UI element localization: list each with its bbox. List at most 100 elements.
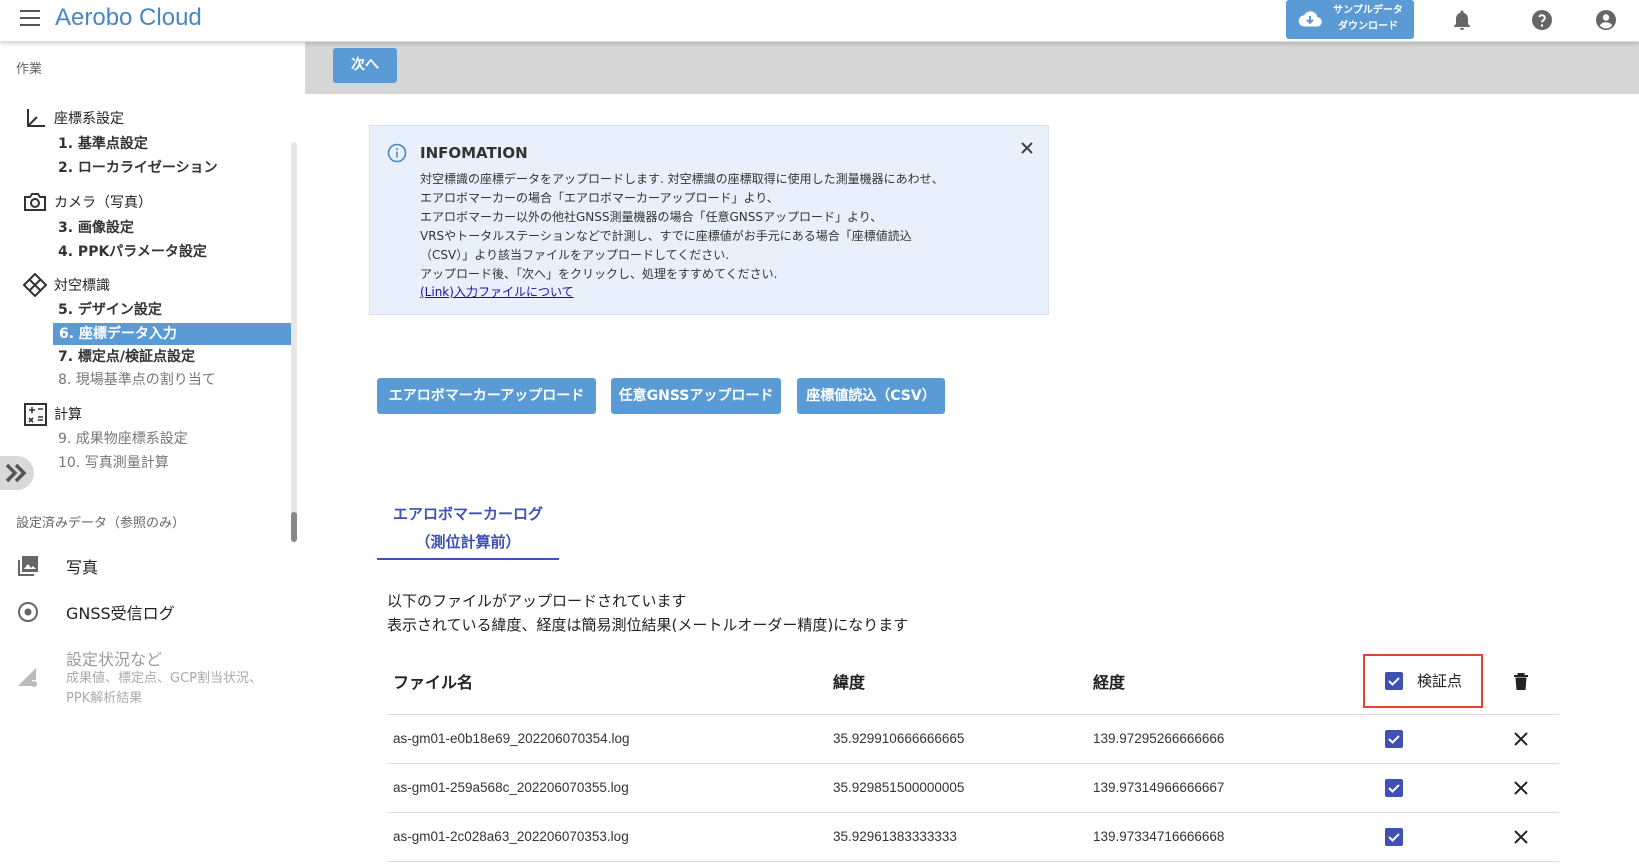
information-title: INFOMATION — [420, 144, 528, 162]
file-name-cell: as-gm01-2c028a63_202206070353.log — [387, 812, 833, 862]
information-line: アップロード後、「次へ」をクリックし、処理をすすめてください. — [420, 267, 778, 281]
account-circle-icon[interactable] — [1594, 8, 1618, 32]
longitude-cell: 139.97334716666668 — [1093, 812, 1363, 862]
sidebar-step-6[interactable]: 6. 座標データ入力 — [53, 323, 291, 345]
notification-bell-icon[interactable] — [1450, 8, 1474, 32]
coordinate-axes-icon — [27, 109, 45, 127]
top-bar: Aerobo Cloud サンプルデータ ダウンロード — [0, 0, 1639, 42]
sidebar-step-8[interactable]: 8. 現場基準点の割り当て — [58, 369, 216, 391]
sidebar-group-calculation: 計算 — [22, 402, 82, 426]
column-header-check-point: 検証点 — [1363, 648, 1513, 715]
latitude-cell: 35.929851500000005 — [833, 763, 1093, 813]
tab-aerobo-marker-log[interactable]: エアロボマーカーログ （測位計算前） — [377, 500, 559, 560]
table-row: as-gm01-e0b18e69_202206070354.log 35.929… — [387, 714, 1559, 764]
settings-signal-icon — [18, 668, 37, 687]
check-point-checkbox[interactable] — [1385, 827, 1403, 846]
sidebar: 作業 座標系設定 1. 基準点設定 2. ローカライゼーション カメラ（写真） … — [0, 42, 305, 866]
check-point-header-label: 検証点 — [1417, 672, 1463, 691]
table-row: as-gm01-259a568c_202206070355.log 35.929… — [387, 763, 1559, 813]
longitude-cell: 139.97314966666667 — [1093, 763, 1363, 813]
sidebar-step-10[interactable]: 10. 写真測量計算 — [58, 452, 169, 474]
calculator-icon — [24, 403, 47, 426]
csv-coordinate-load-button[interactable]: 座標値読込（CSV） — [797, 378, 945, 414]
ref-item-photos[interactable]: 写真 — [16, 554, 98, 578]
check-all-highlight: 検証点 — [1363, 653, 1483, 708]
ref-item-status-sub-2: PPK解析結果 — [66, 691, 143, 706]
latitude-cell: 35.929910666666665 — [833, 714, 1093, 764]
information-line: （CSV）」より該当ファイルをアップロードしてください. — [420, 248, 730, 262]
check-point-checkbox[interactable] — [1385, 778, 1403, 797]
sidebar-step-3[interactable]: 3. 画像設定 — [58, 217, 134, 239]
action-toolbar: 次へ — [305, 42, 1639, 94]
remove-row-icon[interactable] — [1513, 780, 1529, 796]
photo-library-icon — [18, 556, 38, 576]
file-name-cell: as-gm01-e0b18e69_202206070354.log — [387, 714, 833, 764]
camera-icon — [24, 193, 46, 211]
upload-description: 以下のファイルがアップロードされています 表示されている緯度、経度は簡易測位結果… — [387, 589, 908, 637]
sample-download-label-1: サンプルデータ — [1333, 5, 1403, 16]
ref-item-status-sub-1: 成果値、標定点、GCP割当状況、 — [66, 671, 262, 686]
information-body: 対空標識の座標データをアップロードします. 対空標識の座標取得に使用した測量機器… — [420, 170, 1020, 284]
check-point-cell — [1363, 812, 1513, 862]
collapse-sidebar-button[interactable] — [0, 456, 34, 490]
sample-download-label-2: ダウンロード — [1338, 21, 1398, 32]
description-line-1: 以下のファイルがアップロードされています — [387, 592, 687, 610]
sidebar-step-4[interactable]: 4. PPKパラメータ設定 — [58, 241, 207, 263]
app-title: Aerobo Cloud — [55, 4, 202, 31]
aerobo-marker-upload-button[interactable]: エアロボマーカーアップロード — [377, 378, 596, 414]
ref-item-label: 設定状況など — [66, 650, 163, 669]
trash-icon[interactable] — [1513, 672, 1529, 691]
help-icon[interactable] — [1530, 8, 1554, 32]
sidebar-group-label: 座標系設定 — [54, 111, 124, 127]
sidebar-step-7[interactable]: 7. 標定点/検証点設定 — [58, 346, 195, 368]
latitude-cell: 35.92961383333333 — [833, 812, 1093, 862]
ref-item-gnss-log[interactable]: GNSS受信ログ — [16, 600, 175, 624]
column-header-file-name: ファイル名 — [387, 648, 833, 715]
input-file-help-link[interactable]: (Link)入力ファイルについて — [420, 283, 574, 300]
column-header-longitude: 経度 — [1093, 648, 1363, 715]
sidebar-step-9[interactable]: 9. 成果物座標系設定 — [58, 428, 188, 450]
information-line: 対空標識の座標データをアップロードします. 対空標識の座標取得に使用した測量機器… — [420, 172, 944, 186]
double-chevron-right-icon — [5, 463, 27, 483]
main-content: 次へ INFOMATION 対空標識の座標データをアップロードします. 対空標識… — [305, 42, 1639, 866]
file-name-cell: as-gm01-259a568c_202206070355.log — [387, 763, 833, 813]
information-line: VRSやトータルステーションなどで計測し、すでに座標値がお手元にある場合「座標値… — [420, 229, 912, 243]
information-panel: INFOMATION 対空標識の座標データをアップロードします. 対空標識の座標… — [369, 125, 1049, 315]
sidebar-group-camera: カメラ（写真） — [22, 190, 152, 214]
sidebar-group-label: カメラ（写真） — [54, 195, 152, 211]
check-point-cell — [1363, 714, 1513, 764]
sidebar-section-label: 作業 — [16, 62, 43, 77]
any-gnss-upload-button[interactable]: 任意GNSSアップロード — [611, 378, 781, 414]
sidebar-step-1[interactable]: 1. 基準点設定 — [58, 133, 148, 155]
description-line-2: 表示されている緯度、経度は簡易測位結果(メートルオーダー精度)になります — [387, 616, 909, 634]
table-header-row: ファイル名 緯度 経度 検証点 — [387, 648, 1559, 715]
sidebar-step-2[interactable]: 2. ローカライゼーション — [58, 157, 218, 179]
sidebar-scrollbar[interactable] — [291, 142, 297, 542]
radio-target-icon — [18, 602, 38, 622]
app-root: Aerobo Cloud サンプルデータ ダウンロード 作業 座標系設定 1. … — [0, 0, 1639, 866]
info-icon — [387, 143, 407, 163]
ref-item-label: 写真 — [66, 558, 99, 577]
remove-row-icon[interactable] — [1513, 731, 1529, 747]
close-icon[interactable] — [1018, 139, 1036, 157]
delete-cell — [1513, 763, 1559, 813]
sidebar-group-label: 計算 — [54, 407, 82, 423]
sidebar-step-5[interactable]: 5. デザイン設定 — [58, 299, 162, 321]
sample-data-download-button[interactable]: サンプルデータ ダウンロード — [1286, 0, 1414, 39]
sidebar-group-marker: 対空標識 — [22, 273, 110, 297]
scrollbar-thumb[interactable] — [291, 512, 297, 542]
column-header-delete — [1513, 648, 1559, 715]
hamburger-menu-icon[interactable] — [20, 10, 40, 26]
delete-cell — [1513, 714, 1559, 764]
check-all-checkbox[interactable] — [1385, 671, 1403, 690]
delete-cell — [1513, 812, 1559, 862]
tab-label-line-1: エアロボマーカーログ — [392, 505, 543, 523]
remove-row-icon[interactable] — [1513, 829, 1529, 845]
column-header-latitude: 緯度 — [833, 648, 1093, 715]
tab-label-line-2: （測位計算前） — [415, 533, 521, 551]
next-button[interactable]: 次へ — [333, 48, 397, 83]
diamond-marker-icon — [22, 273, 48, 297]
reference-section-label: 設定済みデータ（参照のみ） — [16, 516, 186, 531]
check-point-checkbox[interactable] — [1385, 729, 1403, 748]
table-row: as-gm01-2c028a63_202206070353.log 35.929… — [387, 812, 1559, 862]
